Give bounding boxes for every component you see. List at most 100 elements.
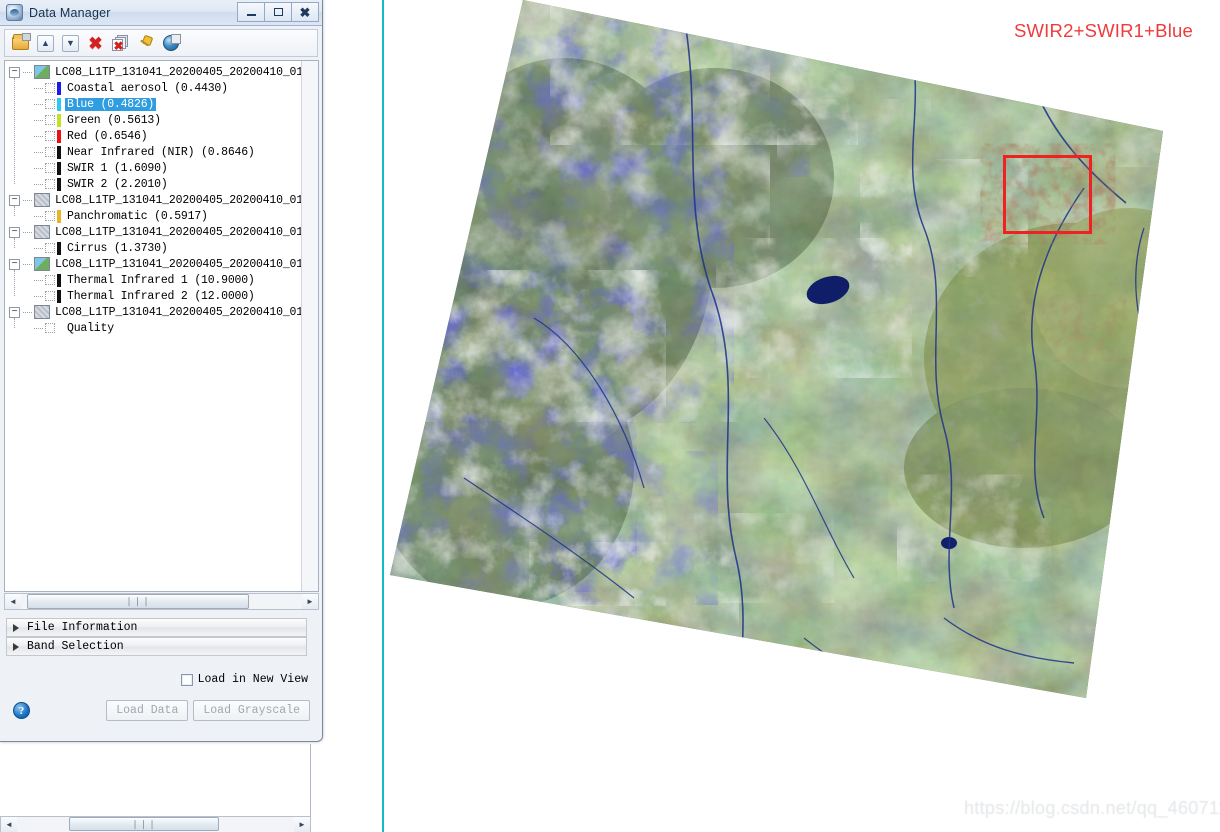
band-label: SWIR 1 (1.6090) [67,161,168,175]
band-color-swatch [57,97,61,111]
help-icon[interactable]: ? [13,702,30,719]
band-checkbox[interactable] [45,179,55,189]
file-tree-content: − LC08_L1TP_131041_20200405_20200410_01_T… [5,61,301,591]
tree-connector [23,231,32,233]
tree-band-item[interactable]: SWIR 2 (2.2010) [34,176,301,192]
band-checkbox[interactable] [45,115,55,125]
band-checkbox[interactable] [45,163,55,173]
collapse-icon[interactable]: − [9,66,20,78]
image-view[interactable]: SWIR2+SWIR1+Blue https://blog.csdn.net/q… [384,0,1220,832]
file-tree-vscrollbar[interactable] [301,61,318,591]
move-down-icon[interactable]: ▼ [60,33,81,54]
tree-band-item[interactable]: Blue (0.4826) [34,96,301,112]
tree-connector [34,87,43,89]
lower-scroll-thumb[interactable]: ❘❘❘ [69,817,219,831]
close-all-files-icon[interactable]: ✖ [110,33,131,54]
tree-connector [23,263,32,265]
close-button[interactable]: ✖ [291,2,319,22]
window-titlebar[interactable]: Data Manager ✖ [0,0,322,26]
pin-icon[interactable] [135,33,156,54]
section-band-selection[interactable]: Band Selection [6,637,307,656]
band-checkbox[interactable] [45,131,55,141]
tree-connector [14,270,15,296]
lower-panel-hscrollbar[interactable]: ◄ ❘❘❘ ► [0,816,311,832]
band-label: Thermal Infrared 1 (10.9000) [67,273,255,287]
minimize-button[interactable] [237,2,265,22]
band-color-swatch [57,289,61,303]
band-checkbox[interactable] [45,243,55,253]
maximize-button[interactable] [264,2,292,22]
tree-group-node[interactable]: − LC08_L1TP_131041_20200405_20200410_01_T… [9,223,301,240]
section-label: Band Selection [27,640,124,653]
tree-group-node[interactable]: − LC08_L1TP_131041_20200405_20200410_01_T… [9,303,301,320]
collapse-icon[interactable]: − [9,258,20,270]
tree-connector [34,295,43,297]
tree-band-item[interactable]: Green (0.5613) [34,112,301,128]
band-label: Blue (0.4826) [65,97,157,111]
tree-band-item[interactable]: Panchromatic (0.5917) [34,208,301,224]
band-checkbox[interactable] [45,99,55,109]
lower-panel-gutter [311,744,323,832]
load-data-button[interactable]: Load Data [106,700,189,721]
collapse-icon[interactable]: − [9,194,20,206]
chevron-right-icon [13,623,19,632]
tree-group-node[interactable]: − LC08_L1TP_131041_20200405_20200410_01_T… [9,63,301,80]
band-checkbox[interactable] [45,211,55,221]
collapse-icon[interactable]: − [9,226,20,238]
scroll-right-icon[interactable]: ► [302,594,318,609]
band-label: Coastal aerosol (0.4430) [67,81,228,95]
tree-connector [34,135,43,137]
band-label: Panchromatic (0.5917) [67,209,208,223]
lower-scroll-track[interactable]: ❘❘❘ [17,817,294,832]
tree-band-item[interactable]: Red (0.6546) [34,128,301,144]
tree-connector [34,327,43,329]
raster-panchromatic-icon [34,191,53,207]
move-up-icon[interactable]: ▲ [35,33,56,54]
load-in-new-view-checkbox[interactable] [180,673,193,686]
scroll-left-icon[interactable]: ◄ [1,817,17,832]
band-checkbox[interactable] [45,291,55,301]
band-checkbox[interactable] [45,323,55,333]
watermark-text: https://blog.csdn.net/qq_46071146 [964,798,1220,818]
tree-band-item[interactable]: Quality [34,320,301,336]
scroll-grip-icon: ❘❘❘ [125,596,151,606]
load-in-new-view-row[interactable]: Load in New View [180,673,308,686]
band-checkbox[interactable] [45,147,55,157]
section-file-information[interactable]: File Information [6,618,307,637]
tree-band-item[interactable]: Near Infrared (NIR) (0.8646) [34,144,301,160]
band-color-swatch [57,177,61,191]
scroll-right-icon[interactable]: ► [294,817,310,832]
band-checkbox[interactable] [45,275,55,285]
band-checkbox[interactable] [45,83,55,93]
tree-connector [34,247,43,249]
tree-group-label: LC08_L1TP_131041_20200405_20200410_01_T1… [55,305,301,319]
file-tree-scroll-track[interactable]: ❘❘❘ [21,594,302,609]
tree-band-item[interactable]: Coastal aerosol (0.4430) [34,80,301,96]
file-tree-scroll-thumb[interactable]: ❘❘❘ [27,594,249,609]
action-buttons: Load Data Load Grayscale [106,700,310,721]
band-label: Quality [67,321,114,335]
band-color-swatch [57,145,61,159]
band-label: SWIR 2 (2.2010) [67,177,168,191]
tree-group-node[interactable]: − LC08_L1TP_131041_20200405_20200410_01_T… [9,191,301,208]
tree-group-node[interactable]: − LC08_L1TP_131041_20200405_20200410_01_T… [9,255,301,272]
band-color-swatch [57,273,61,287]
file-tree-hscrollbar[interactable]: ◄ ❘❘❘ ► [4,593,319,610]
window-title: Data Manager [29,5,111,20]
raster-multispectral-icon [34,63,53,79]
tree-band-item[interactable]: Cirrus (1.3730) [34,240,301,256]
close-file-icon[interactable]: ✖ [85,33,106,54]
roi-box[interactable] [1003,155,1092,234]
tree-band-item[interactable]: Thermal Infrared 1 (10.9000) [34,272,301,288]
band-combination-label: SWIR2+SWIR1+Blue [1013,20,1193,41]
collapse-icon[interactable]: − [9,306,20,318]
tree-band-item[interactable]: Thermal Infrared 2 (12.0000) [34,288,301,304]
load-grayscale-button[interactable]: Load Grayscale [193,700,310,721]
world-view-icon[interactable] [160,33,181,54]
tree-band-item[interactable]: SWIR 1 (1.6090) [34,160,301,176]
open-file-icon[interactable] [10,32,31,54]
tree-group-label: LC08_L1TP_131041_20200405_20200410_01_T1… [55,65,301,79]
band-label: Cirrus (1.3730) [67,241,168,255]
scroll-left-icon[interactable]: ◄ [5,594,21,609]
file-tree[interactable]: − LC08_L1TP_131041_20200405_20200410_01_T… [4,60,319,592]
